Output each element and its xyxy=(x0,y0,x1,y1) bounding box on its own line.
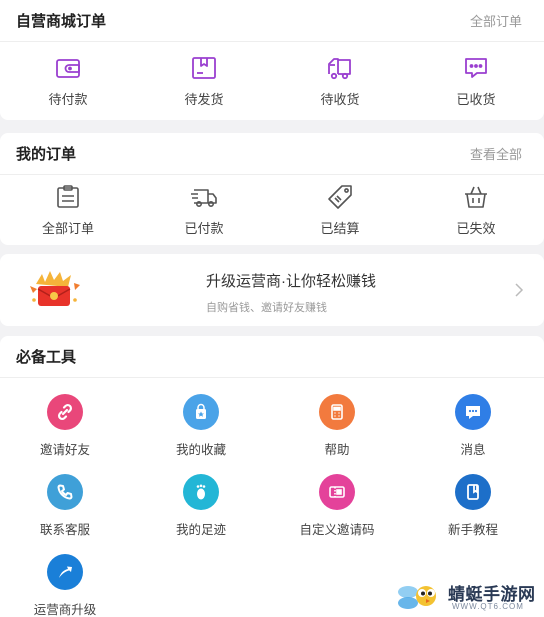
order-settled[interactable]: 已结算 xyxy=(272,183,408,237)
tool-label: 我的足迹 xyxy=(175,523,226,537)
upgrade-promo-banner[interactable]: 升级运营商·让你轻松赚钱 自购省钱、邀请好友赚钱 xyxy=(0,254,544,326)
clipboard-icon xyxy=(57,185,79,208)
tool-label: 运营商升级 xyxy=(33,603,97,617)
order-label: 已失效 xyxy=(456,221,496,236)
tool-customer-service[interactable]: 联系客服 xyxy=(0,474,133,538)
view-all-link[interactable]: 查看全部 xyxy=(470,144,522,163)
tool-tutorial[interactable]: 新手教程 xyxy=(405,474,541,538)
order-received[interactable]: 已收货 xyxy=(408,54,544,108)
order-pending-receipt[interactable]: 待收货 xyxy=(272,54,408,108)
footprint-icon xyxy=(183,474,219,510)
wallet-icon xyxy=(56,59,80,78)
my-orders-card: 我的订单 查看全部 全部订单 已付款 已结算 已失效 xyxy=(0,133,544,245)
tools-title: 必备工具 xyxy=(16,349,77,366)
gift-bag-icon xyxy=(183,394,219,430)
my-orders-row: 全部订单 已付款 已结算 已失效 xyxy=(0,175,544,245)
order-label: 已收货 xyxy=(456,92,496,107)
promo-text: 升级运营商·让你轻松赚钱 自购省钱、邀请好友赚钱 xyxy=(206,270,376,315)
order-all[interactable]: 全部订单 xyxy=(0,183,136,237)
order-label: 全部订单 xyxy=(41,221,94,236)
order-paid[interactable]: 已付款 xyxy=(136,183,272,237)
my-orders-title: 我的订单 xyxy=(16,146,77,163)
phone-icon xyxy=(47,474,83,510)
promo-title: 升级运营商·让你轻松赚钱 xyxy=(206,273,376,290)
order-label: 已结算 xyxy=(320,221,360,236)
tool-messages[interactable]: 消息 xyxy=(405,394,541,458)
tool-label: 自定义邀请码 xyxy=(299,523,375,537)
tool-label: 消息 xyxy=(460,443,486,457)
promo-subtitle: 自购省钱、邀请好友赚钱 xyxy=(206,302,327,314)
order-label: 待付款 xyxy=(48,92,88,107)
order-expired[interactable]: 已失效 xyxy=(408,183,544,237)
tools-header: 必备工具 xyxy=(0,336,544,378)
tool-label: 新手教程 xyxy=(447,523,498,537)
self-orders-title: 自营商城订单 xyxy=(16,13,107,30)
tag-icon xyxy=(328,185,352,209)
tool-favorites[interactable]: 我的收藏 xyxy=(133,394,269,458)
truck-icon xyxy=(328,58,351,80)
chat-bubble-icon xyxy=(465,58,487,78)
ticket-icon xyxy=(319,474,355,510)
order-label: 待发货 xyxy=(184,92,224,107)
self-orders-header: 自营商城订单 全部订单 xyxy=(0,0,544,42)
tool-label: 邀请好友 xyxy=(39,443,90,457)
my-orders-header: 我的订单 查看全部 xyxy=(0,133,544,175)
tool-help[interactable]: 帮助 xyxy=(269,394,405,458)
dragonfly-logo-icon xyxy=(398,586,436,609)
tool-footprints[interactable]: 我的足迹 xyxy=(133,474,269,538)
tool-label: 我的收藏 xyxy=(175,443,226,457)
tools-card: 必备工具 邀请好友 我的收藏 帮助 消息 联系客服 我的足迹 自定义邀请码 新手… xyxy=(0,336,544,617)
calculator-icon xyxy=(319,394,355,430)
site-watermark: 蜻蜓手游网 WWW.QT6.COM xyxy=(396,578,542,616)
message-icon xyxy=(455,394,491,430)
order-pending-payment[interactable]: 待付款 xyxy=(0,54,136,108)
tool-label: 联系客服 xyxy=(39,523,90,537)
tool-custom-invite-code[interactable]: 自定义邀请码 xyxy=(269,474,405,538)
tool-operator-upgrade[interactable]: 运营商升级 xyxy=(0,554,133,617)
order-label: 已付款 xyxy=(184,221,224,236)
order-pending-shipment[interactable]: 待发货 xyxy=(136,54,272,108)
self-orders-card: 自营商城订单 全部订单 待付款 待发货 待收货 已收货 xyxy=(0,0,544,120)
red-envelope-icon xyxy=(30,271,80,306)
order-label: 待收货 xyxy=(320,92,360,107)
delivery-truck-icon xyxy=(191,189,217,207)
upgrade-arrow-icon xyxy=(47,554,83,590)
basket-icon xyxy=(465,186,487,208)
self-orders-row: 待付款 待发货 待收货 已收货 xyxy=(0,42,544,120)
link-icon xyxy=(47,394,83,430)
tool-invite-friends[interactable]: 邀请好友 xyxy=(0,394,133,458)
tool-label: 帮助 xyxy=(324,443,350,457)
book-icon xyxy=(455,474,491,510)
package-icon xyxy=(192,57,216,79)
all-orders-link[interactable]: 全部订单 xyxy=(470,11,522,30)
chevron-right-icon xyxy=(515,283,524,297)
watermark-url: WWW.QT6.COM xyxy=(452,602,524,611)
